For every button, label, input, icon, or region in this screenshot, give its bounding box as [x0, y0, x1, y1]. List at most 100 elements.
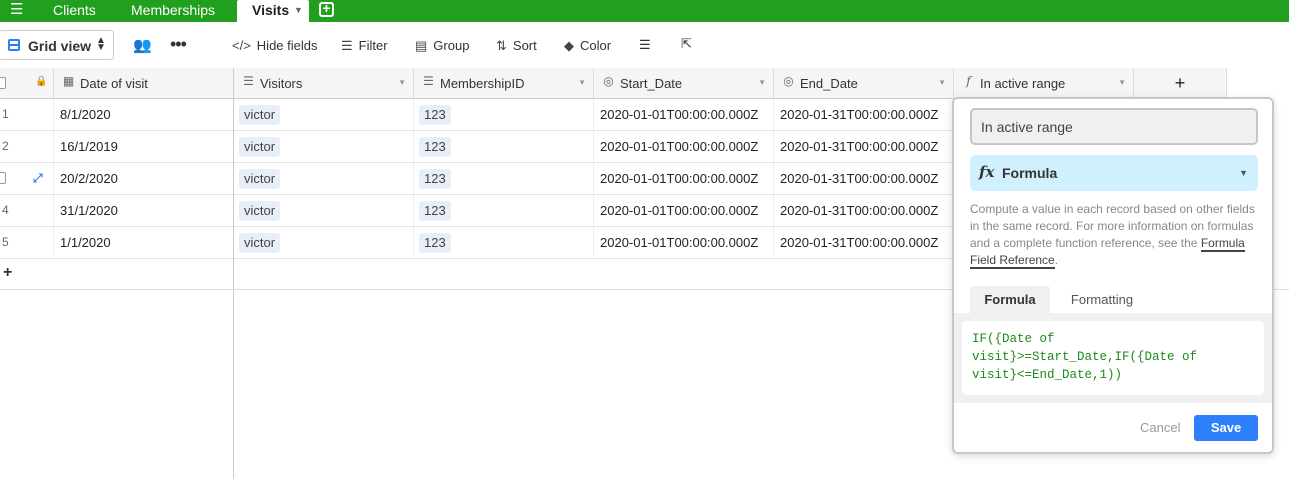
column-header-start-date[interactable]: ◎ Start_Date ▼	[594, 68, 774, 99]
cell-start-date[interactable]: 2020-01-01T00:00:00.000Z	[594, 227, 774, 259]
save-button[interactable]: Save	[1194, 415, 1258, 441]
linked-record-pill[interactable]: 123	[419, 201, 451, 221]
tab-clients[interactable]: Clients	[53, 0, 96, 22]
row-number-cell[interactable]: ⤢	[0, 163, 54, 195]
column-header-end-date[interactable]: ◎ End_Date ▼	[774, 68, 954, 99]
cell-value: 2020-01-31T00:00:00.000Z	[780, 171, 939, 186]
cell-visitors[interactable]: victor	[234, 163, 414, 195]
column-header-date-of-visit[interactable]: ▦ Date of visit	[54, 68, 234, 99]
cell-end-date[interactable]: 2020-01-31T00:00:00.000Z	[774, 163, 954, 195]
cell-membershipid[interactable]: 123	[414, 99, 594, 131]
linked-record-pill[interactable]: 123	[419, 233, 451, 253]
cell-visitors[interactable]: victor	[234, 99, 414, 131]
formula-editor-tabs: Formula Formatting	[954, 286, 1272, 313]
cell-date-of-visit[interactable]: 16/1/2019	[54, 131, 234, 163]
cell-membershipid[interactable]: 123	[414, 163, 594, 195]
column-label: In active range	[980, 76, 1066, 91]
cell-value: 2020-01-01T00:00:00.000Z	[600, 139, 759, 154]
cell-date-of-visit[interactable]: 20/2/2020	[54, 163, 234, 195]
row-number-cell[interactable]: 5	[0, 227, 54, 259]
more-options-icon[interactable]: •••	[170, 34, 187, 55]
linked-record-pill[interactable]: victor	[239, 233, 281, 253]
linked-record-pill[interactable]: victor	[239, 201, 281, 221]
row-height-icon[interactable]: ☰	[639, 37, 651, 53]
cell-membershipid[interactable]: 123	[414, 227, 594, 259]
linked-record-pill[interactable]: victor	[239, 169, 281, 189]
row-number-cell[interactable]: 4	[0, 195, 54, 227]
cell-start-date[interactable]: 2020-01-01T00:00:00.000Z	[594, 99, 774, 131]
row-number: 4	[2, 203, 9, 217]
tab-dropdown-caret-icon[interactable]: ▼	[294, 0, 303, 20]
lock-icon: 🔒	[35, 76, 48, 87]
color-button[interactable]: ◆ Color	[564, 38, 611, 54]
field-name-input[interactable]: In active range	[970, 108, 1258, 145]
tab-formatting[interactable]: Formatting	[1059, 286, 1145, 313]
tab-formula[interactable]: Formula	[970, 286, 1050, 313]
cell-start-date[interactable]: 2020-01-01T00:00:00.000Z	[594, 195, 774, 227]
column-header-in-active-range[interactable]: f In active range ▼	[954, 68, 1134, 99]
cell-membershipid[interactable]: 123	[414, 195, 594, 227]
add-table-icon[interactable]: +	[319, 1, 334, 17]
tab-memberships[interactable]: Memberships	[131, 0, 215, 22]
formula-textarea[interactable]: IF({Date of visit}>=Start_Date,IF({Date …	[962, 321, 1264, 395]
column-header-membershipid[interactable]: ☰ MembershipID ▼	[414, 68, 594, 99]
cell-date-of-visit[interactable]: 8/1/2020	[54, 99, 234, 131]
linked-record-pill[interactable]: 123	[419, 105, 451, 125]
collaborators-icon[interactable]: 👥	[133, 36, 152, 54]
cell-visitors[interactable]: victor	[234, 195, 414, 227]
cell-value: 1/1/2020	[60, 235, 111, 250]
tab-visits-label: Visits	[252, 2, 290, 18]
table-tab-bar: ☰ Clients Memberships Visits ▼ +	[0, 0, 1289, 24]
tab-visits[interactable]: Visits ▼	[237, 0, 309, 24]
lookup-icon: ◎	[783, 74, 794, 88]
linked-record-pill[interactable]: 123	[419, 137, 451, 157]
chevron-down-icon: ▼	[1239, 168, 1248, 178]
chevron-down-icon[interactable]: ▼	[1118, 78, 1126, 87]
view-name: Grid view	[28, 38, 92, 54]
cell-start-date[interactable]: 2020-01-01T00:00:00.000Z	[594, 131, 774, 163]
updown-chevron-icon: ▲ ▼	[96, 35, 106, 53]
hide-fields-button[interactable]: </> Hide fields	[232, 38, 318, 53]
cancel-button[interactable]: Cancel	[1140, 420, 1180, 435]
cell-visitors[interactable]: victor	[234, 227, 414, 259]
chevron-down-icon[interactable]: ▼	[398, 78, 406, 87]
linked-record-pill[interactable]: victor	[239, 105, 281, 125]
column-label: Start_Date	[620, 76, 683, 91]
eye-slash-icon: </>	[232, 38, 251, 53]
cell-end-date[interactable]: 2020-01-31T00:00:00.000Z	[774, 131, 954, 163]
field-type-select[interactable]: fx Formula ▼	[970, 155, 1258, 191]
filter-icon: ☰	[341, 38, 353, 53]
row-number-cell[interactable]: 2	[0, 131, 54, 163]
cell-visitors[interactable]: victor	[234, 131, 414, 163]
cell-end-date[interactable]: 2020-01-31T00:00:00.000Z	[774, 195, 954, 227]
field-type-label: Formula	[1002, 165, 1058, 181]
select-all-checkbox[interactable]	[0, 77, 6, 89]
row-number-cell[interactable]: 1	[0, 99, 54, 131]
view-switcher-button[interactable]: Grid view ▲ ▼	[0, 30, 114, 60]
linked-record-pill[interactable]: victor	[239, 137, 281, 157]
cell-end-date[interactable]: 2020-01-31T00:00:00.000Z	[774, 99, 954, 131]
linked-record-pill[interactable]: 123	[419, 169, 451, 189]
column-label: Date of visit	[80, 76, 148, 91]
cell-end-date[interactable]: 2020-01-31T00:00:00.000Z	[774, 227, 954, 259]
cell-start-date[interactable]: 2020-01-01T00:00:00.000Z	[594, 163, 774, 195]
column-header-visitors[interactable]: ☰ Visitors ▼	[234, 68, 414, 99]
calendar-icon: ▦	[62, 74, 75, 88]
add-field-button[interactable]: +	[1134, 68, 1227, 99]
filter-button[interactable]: ☰ Filter	[341, 38, 388, 54]
share-view-icon[interactable]: ⇱	[681, 36, 692, 52]
chevron-down-icon[interactable]: ▼	[758, 78, 766, 87]
cell-date-of-visit[interactable]: 31/1/2020	[54, 195, 234, 227]
group-button[interactable]: ▤ Group	[415, 38, 469, 54]
row-checkbox[interactable]	[0, 172, 6, 184]
chevron-down-icon[interactable]: ▼	[578, 78, 586, 87]
cell-membershipid[interactable]: 123	[414, 131, 594, 163]
hamburger-menu-icon[interactable]: ☰	[10, 0, 24, 22]
formula-line: visit}<=End_Date,1))	[972, 368, 1123, 382]
cell-date-of-visit[interactable]: 1/1/2020	[54, 227, 234, 259]
sort-button[interactable]: ⇅ Sort	[496, 38, 537, 54]
expand-record-icon[interactable]: ⤢	[33, 163, 43, 194]
chevron-down-icon[interactable]: ▼	[938, 78, 946, 87]
row-number: 1	[2, 107, 9, 121]
add-record-icon[interactable]: +	[3, 264, 12, 282]
